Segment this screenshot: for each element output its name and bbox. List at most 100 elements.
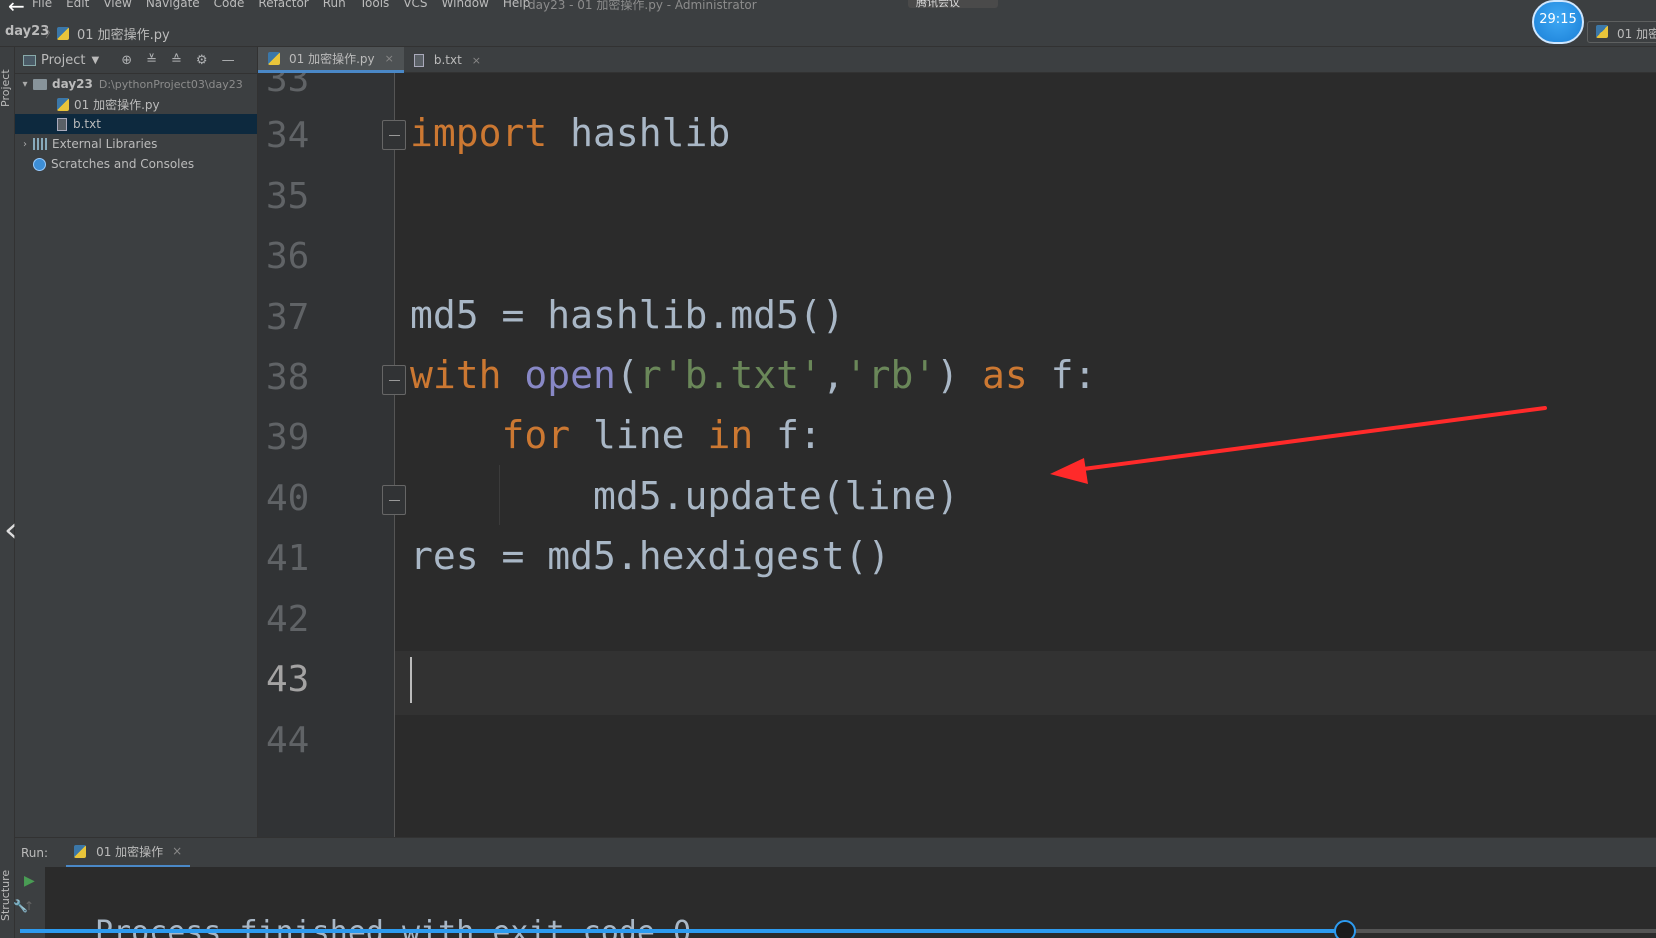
text-file-icon <box>413 53 424 67</box>
code-line-37: md5 = hashlib.md5() <box>410 293 845 337</box>
run-toolbar: ▶ ↑ 🔧 <box>13 867 45 938</box>
text-file-icon <box>57 117 67 131</box>
breadcrumb-file[interactable]: 01 加密操作.py <box>57 24 170 43</box>
menu-tools[interactable]: Tools <box>360 0 390 10</box>
line-number: 38 <box>266 357 310 398</box>
tree-item-py-file[interactable]: 01 加密操作.py <box>15 94 257 114</box>
project-view-icon <box>23 54 36 66</box>
tab-label: b.txt <box>433 53 462 67</box>
python-file-icon <box>57 27 69 40</box>
tree-item-external-libraries[interactable]: › External Libraries <box>15 134 257 154</box>
menu-vcs[interactable]: VCS <box>403 0 427 10</box>
line-number: 40 <box>266 478 310 519</box>
rerun-icon[interactable]: ▶ <box>24 873 35 889</box>
video-progress-fill <box>20 929 1346 933</box>
tab-encrypt-py[interactable]: 01 加密操作.py × <box>258 47 404 73</box>
tree-item-label: 01 加密操作.py <box>74 97 160 112</box>
chevron-right-icon[interactable]: › <box>19 139 31 150</box>
python-file-icon <box>1596 25 1608 38</box>
locate-icon[interactable]: ⊕ <box>121 53 132 68</box>
menu-items: File Edit View Navigate Code Refactor Ru… <box>32 0 530 10</box>
project-view-selector[interactable]: Project <box>41 53 85 68</box>
python-file-icon <box>57 97 69 111</box>
menu-view[interactable]: View <box>103 0 131 10</box>
fold-marker-icon[interactable] <box>382 365 406 395</box>
collapse-all-icon[interactable]: ≙ <box>171 53 182 68</box>
close-icon[interactable]: × <box>472 54 481 67</box>
tree-item-label: day23 <box>52 77 93 91</box>
menu-run[interactable]: Run <box>323 0 346 10</box>
project-tool-window-button[interactable]: Project <box>0 69 12 107</box>
close-icon[interactable]: × <box>385 52 394 65</box>
navigation-bar: day23 〉 01 加密操作.py 01 加密 <box>0 13 1656 47</box>
gear-icon[interactable]: ⚙ <box>196 53 208 68</box>
close-icon[interactable]: × <box>172 844 182 858</box>
code-editor[interactable]: 33 34 35 36 37 38 39 40 41 42 43 44 impo… <box>258 73 1656 837</box>
video-progress-handle[interactable] <box>1334 920 1357 938</box>
meeting-indicator[interactable]: 腾讯会议 <box>908 0 998 9</box>
window-title: day23 - 01 加密操作.py - Administrator <box>528 0 757 12</box>
menu-help[interactable]: Help <box>503 0 530 10</box>
breadcrumb-file-label: 01 加密操作.py <box>77 28 170 43</box>
chevron-down-icon[interactable]: ▼ <box>91 55 99 66</box>
chevron-down-icon[interactable]: ▾ <box>19 79 31 90</box>
run-configuration-label: 01 加密 <box>1617 27 1656 41</box>
menu-refactor[interactable]: Refactor <box>258 0 308 10</box>
python-file-icon <box>268 52 280 65</box>
line-number: 37 <box>266 297 310 338</box>
breadcrumb-separator: 〉 <box>45 26 58 40</box>
current-line-highlight <box>395 651 1656 715</box>
tree-item-label: b.txt <box>73 117 101 131</box>
run-output-text: Process finished with exit code 0 <box>95 915 692 938</box>
menu-window[interactable]: Window <box>442 0 489 10</box>
python-file-icon <box>74 844 87 858</box>
line-number-current: 43 <box>266 659 310 700</box>
tree-item-b-txt[interactable]: b.txt <box>15 114 257 134</box>
recording-timer: 29:15 <box>1532 0 1584 44</box>
folder-icon <box>33 78 47 90</box>
menu-edit[interactable]: Edit <box>66 0 89 10</box>
expand-all-icon[interactable]: ≚ <box>146 53 157 68</box>
code-line-38: with open(r'b.txt','rb') as f: <box>410 353 1097 397</box>
line-number: 35 <box>266 176 310 217</box>
tree-item-path: D:\pythonProject03\day23 <box>98 77 243 91</box>
tree-item-scratches[interactable]: Scratches and Consoles <box>15 154 257 174</box>
tab-b-txt[interactable]: b.txt × <box>404 47 491 73</box>
line-number-gutter[interactable]: 33 34 35 36 37 38 39 40 41 42 43 44 <box>258 73 395 837</box>
tree-item-label: Scratches and Consoles <box>51 157 195 171</box>
fold-marker-icon[interactable] <box>382 120 406 150</box>
run-tab[interactable]: 01 加密操作 × <box>66 838 191 868</box>
run-output-console[interactable]: Process finished with exit code 0 <box>45 867 1656 938</box>
scratches-icon <box>33 157 46 171</box>
run-configuration-selector[interactable]: 01 加密 <box>1587 21 1656 43</box>
code-line-41: res = md5.hexdigest() <box>410 534 891 578</box>
structure-tool-window-button[interactable]: Structure <box>0 870 12 921</box>
hide-icon[interactable]: — <box>222 53 235 68</box>
tree-item-label: External Libraries <box>52 137 158 151</box>
fold-marker-icon[interactable] <box>382 485 406 515</box>
breadcrumb-project[interactable]: day23 <box>5 24 49 39</box>
line-number: 44 <box>266 720 310 761</box>
menu-code[interactable]: Code <box>214 0 245 10</box>
menu-bar: File Edit View Navigate Code Refactor Ru… <box>0 0 1656 13</box>
project-panel-header: Project ▼ ⊕ ≚ ≙ ⚙ — <box>15 47 257 74</box>
menu-navigate[interactable]: Navigate <box>146 0 200 10</box>
video-progress-bar[interactable] <box>20 920 1656 938</box>
line-number: 39 <box>266 417 310 458</box>
run-tab-label: 01 加密操作 <box>96 844 164 859</box>
project-panel: Project ▼ ⊕ ≚ ≙ ⚙ — ▾ day23 D:\pythonPro… <box>15 47 258 837</box>
editor-tabs: 01 加密操作.py × b.txt × <box>258 47 1656 73</box>
line-number: 41 <box>266 538 310 579</box>
tree-item-day23[interactable]: ▾ day23 D:\pythonProject03\day23 <box>15 74 257 94</box>
code-line-40: md5.update(line) <box>410 474 960 518</box>
library-icon <box>33 138 47 150</box>
code-line-34: import hashlib <box>410 111 731 155</box>
line-number: 34 <box>266 115 310 156</box>
run-panel-header: Run: 01 加密操作 × <box>15 837 1656 868</box>
left-tool-strip: Project Structure <box>0 47 15 938</box>
run-panel-label: Run: <box>21 845 49 860</box>
wrench-icon[interactable]: 🔧 <box>13 899 28 913</box>
line-number: 36 <box>266 236 310 277</box>
text-caret <box>410 657 412 703</box>
line-number: 33 <box>266 73 310 100</box>
